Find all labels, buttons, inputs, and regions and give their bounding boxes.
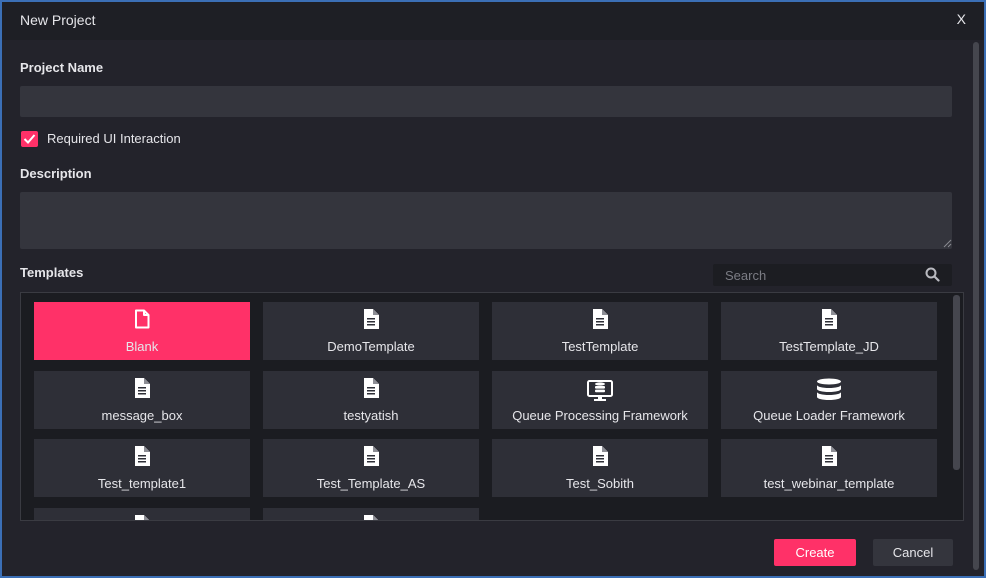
required-ui-checkbox[interactable] bbox=[21, 131, 38, 147]
dialog-title: New Project bbox=[20, 12, 96, 28]
template-name: Blank bbox=[125, 339, 159, 354]
document-icon bbox=[34, 515, 250, 520]
template-tile[interactable]: Test_Template_AS bbox=[263, 439, 479, 497]
checkmark-icon bbox=[23, 134, 36, 144]
template-name: Test_template1 bbox=[97, 476, 187, 491]
project-name-input[interactable] bbox=[20, 86, 952, 117]
document-icon bbox=[492, 309, 708, 331]
dialog-scrollbar-thumb[interactable] bbox=[973, 42, 979, 570]
template-tile[interactable] bbox=[34, 508, 250, 520]
project-name-label: Project Name bbox=[20, 60, 104, 75]
template-name: Queue Loader Framework bbox=[753, 408, 905, 423]
template-tile[interactable]: TestTemplate_JD bbox=[721, 302, 937, 360]
required-ui-label: Required UI Interaction bbox=[47, 131, 181, 146]
template-search-input[interactable] bbox=[713, 264, 913, 286]
template-name: Queue Processing Framework bbox=[512, 408, 688, 423]
description-label: Description bbox=[20, 166, 92, 181]
template-name: TestTemplate_JD bbox=[779, 339, 879, 354]
template-tile[interactable]: Test_Sobith bbox=[492, 439, 708, 497]
document-icon bbox=[721, 309, 937, 331]
template-tile[interactable]: testyatish bbox=[263, 371, 479, 429]
template-name: Test_Template_AS bbox=[316, 476, 426, 491]
monitor-database-icon bbox=[492, 378, 708, 401]
template-name: message_box bbox=[101, 408, 183, 423]
document-icon bbox=[263, 515, 479, 520]
dialog-title-bar: New Project X bbox=[2, 2, 984, 40]
template-name: TestTemplate bbox=[561, 339, 639, 354]
document-icon bbox=[263, 309, 479, 331]
templates-label: Templates bbox=[20, 265, 84, 280]
template-tile[interactable] bbox=[263, 508, 479, 520]
create-button[interactable]: Create bbox=[774, 539, 856, 566]
resize-grip-icon[interactable] bbox=[942, 238, 952, 248]
template-name: test_webinar_template bbox=[763, 476, 895, 491]
template-tile[interactable]: Queue Processing Framework bbox=[492, 371, 708, 429]
template-tile[interactable]: Blank bbox=[34, 302, 250, 360]
dialog-scrollbar[interactable] bbox=[972, 40, 980, 574]
database-icon bbox=[721, 378, 937, 400]
blank-file-icon bbox=[34, 309, 250, 331]
document-icon bbox=[34, 378, 250, 400]
template-tile[interactable]: Test_template1 bbox=[34, 439, 250, 497]
template-tile[interactable]: test_webinar_template bbox=[721, 439, 937, 497]
search-icon[interactable] bbox=[925, 267, 940, 282]
document-icon bbox=[492, 446, 708, 468]
template-search bbox=[713, 264, 952, 286]
template-name: Test_Sobith bbox=[566, 476, 634, 491]
template-tile[interactable]: DemoTemplate bbox=[263, 302, 479, 360]
new-project-dialog: New Project X Project Name Required UI I… bbox=[0, 0, 986, 578]
document-icon bbox=[34, 446, 250, 468]
description-textarea[interactable] bbox=[20, 192, 952, 249]
templates-grid: Blank DemoTemplate TestTemplate TestTemplat… bbox=[20, 292, 964, 521]
cancel-button[interactable]: Cancel bbox=[873, 539, 953, 566]
document-icon bbox=[263, 378, 479, 400]
document-icon bbox=[263, 446, 479, 468]
template-name: testyatish bbox=[343, 408, 399, 423]
document-icon bbox=[721, 446, 937, 468]
template-tile[interactable]: Queue Loader Framework bbox=[721, 371, 937, 429]
templates-scrollbar-thumb[interactable] bbox=[953, 295, 960, 470]
close-icon[interactable]: X bbox=[957, 11, 966, 27]
template-tile[interactable]: message_box bbox=[34, 371, 250, 429]
template-name: DemoTemplate bbox=[327, 339, 415, 354]
template-tile[interactable]: TestTemplate bbox=[492, 302, 708, 360]
templates-scrollbar[interactable] bbox=[950, 293, 962, 519]
